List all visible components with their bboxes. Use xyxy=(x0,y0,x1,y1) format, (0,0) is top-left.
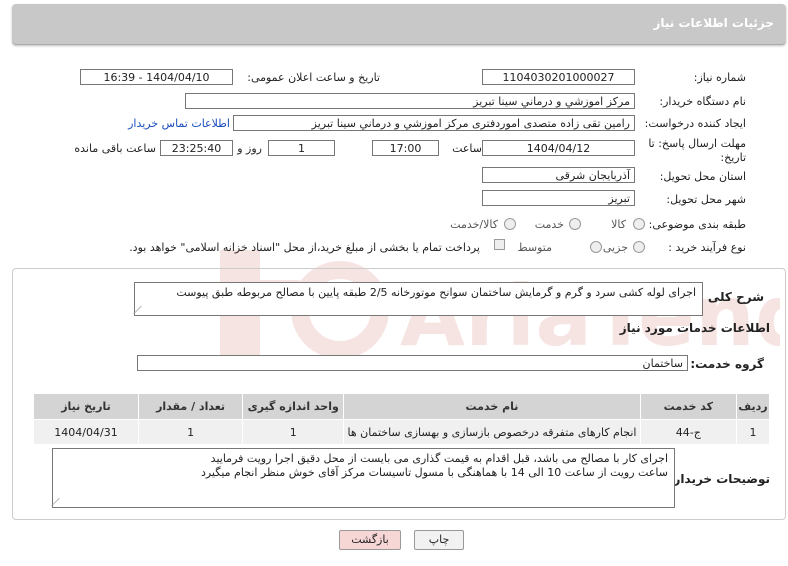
service-group-label: گروه خدمت: xyxy=(690,357,764,371)
creator-label: ایجاد کننده درخواست: xyxy=(644,117,746,130)
col-service-code: کد خدمت xyxy=(639,393,738,420)
category-radio-goods[interactable] xyxy=(633,218,645,230)
cell-service-name: انجام کارهای متفرقه درخصوص بازسازی و بهس… xyxy=(343,419,641,445)
cell-service-code: ج-44 xyxy=(639,419,738,445)
process-radio-medium[interactable] xyxy=(590,241,602,253)
cell-need-date: 1404/04/31 xyxy=(33,419,139,445)
buyer-notes-label: توضیحات خریدار: xyxy=(668,472,770,486)
creator-field: رامین تقی زاده متصدی اموردفتری مرکز اموز… xyxy=(233,115,635,131)
need-number-label: شماره نیاز: xyxy=(693,71,746,84)
category-option-service: خدمت xyxy=(534,218,564,231)
need-number-field: 1104030201000027 xyxy=(482,69,635,85)
page-header: جزئیات اطلاعات نیاز xyxy=(12,4,786,45)
process-option-medium: متوسط xyxy=(517,241,552,254)
col-service-name: نام خدمت xyxy=(343,393,641,420)
deadline-time-field: 17:00 xyxy=(372,140,439,156)
process-option-minor: جزیی xyxy=(602,241,628,254)
category-option-goods: کالا xyxy=(611,218,626,231)
days-field: 1 xyxy=(268,140,335,156)
buyer-label: نام دستگاه خریدار: xyxy=(659,95,746,108)
general-desc-textarea[interactable]: اجرای لوله کشی سرد و گرم و گرمایش ساختما… xyxy=(133,282,703,316)
print-button[interactable]: چاپ xyxy=(414,530,464,550)
category-radio-service[interactable] xyxy=(569,218,581,230)
resize-grip-icon[interactable] xyxy=(51,498,68,506)
contact-info-link[interactable]: اطلاعات تماس خریدار xyxy=(128,117,230,130)
col-row: ردیف xyxy=(736,393,770,420)
table-header-row: ردیف کد خدمت نام خدمت واحد اندازه گیری ت… xyxy=(33,393,770,420)
category-option-both: کالا/خدمت xyxy=(450,218,498,231)
buyer-field: مرکز اموزشي و درماني سينا تبريز xyxy=(185,93,635,109)
process-radio-minor[interactable] xyxy=(633,241,645,253)
province-field: آذربایجان شرقی xyxy=(482,167,635,183)
announce-field: 1404/04/10 - 16:39 xyxy=(80,69,233,85)
col-unit: واحد اندازه گیری xyxy=(242,393,345,420)
deadline-label-date: تاریخ: xyxy=(720,151,746,164)
days-label: روز و xyxy=(237,142,262,155)
deadline-label: مهلت ارسال پاسخ: تا xyxy=(648,137,746,150)
page-title: جزئیات اطلاعات نیاز xyxy=(653,16,774,30)
resize-grip-icon[interactable] xyxy=(133,306,150,314)
remaining-label: ساعت باقی مانده xyxy=(74,142,156,155)
buyer-notes-line-1: اجرای کار با مصالح می باشد، قبل اقدام به… xyxy=(210,452,668,465)
col-quantity: تعداد / مقدار xyxy=(137,393,244,420)
back-button[interactable]: بازگشت xyxy=(339,530,401,550)
city-field: تبریز xyxy=(482,190,635,206)
table-row: 1 ج-44 انجام کارهای متفرقه درخصوص بازساز… xyxy=(33,419,770,445)
category-radio-both[interactable] xyxy=(504,218,516,230)
cell-quantity: 1 xyxy=(137,419,244,445)
announce-label: تاریخ و ساعت اعلان عمومی: xyxy=(247,71,380,84)
general-desc-text: اجرای لوله کشی سرد و گرم و گرمایش ساختما… xyxy=(176,286,696,299)
deadline-date-field: 1404/04/12 xyxy=(482,140,635,156)
buyer-notes-line-2: ساعت رویت از ساعت 10 الی 14 با هماهنگی ب… xyxy=(200,466,668,479)
cell-unit: 1 xyxy=(242,419,345,445)
cell-row: 1 xyxy=(736,419,770,445)
process-label: نوع فرآیند خرید : xyxy=(668,241,746,254)
province-label: استان محل تحویل: xyxy=(659,170,746,183)
city-label: شهر محل تحویل: xyxy=(666,193,746,206)
payment-note: پرداخت تمام یا بخشی از مبلغ خرید،از محل … xyxy=(129,241,480,254)
payment-checkbox[interactable] xyxy=(494,239,505,250)
services-section-title: اطلاعات خدمات مورد نیاز xyxy=(619,321,770,335)
remaining-time-field: 23:25:40 xyxy=(160,140,233,156)
buyer-notes-textarea[interactable]: اجرای کار با مصالح می باشد، قبل اقدام به… xyxy=(51,448,675,508)
service-group-field: ساختمان xyxy=(137,355,688,371)
category-label: طبقه بندی موضوعی: xyxy=(648,218,746,231)
services-table: ردیف کد خدمت نام خدمت واحد اندازه گیری ت… xyxy=(33,393,770,445)
col-need-date: تاریخ نیاز xyxy=(33,393,139,420)
time-label: ساعت xyxy=(452,142,482,155)
